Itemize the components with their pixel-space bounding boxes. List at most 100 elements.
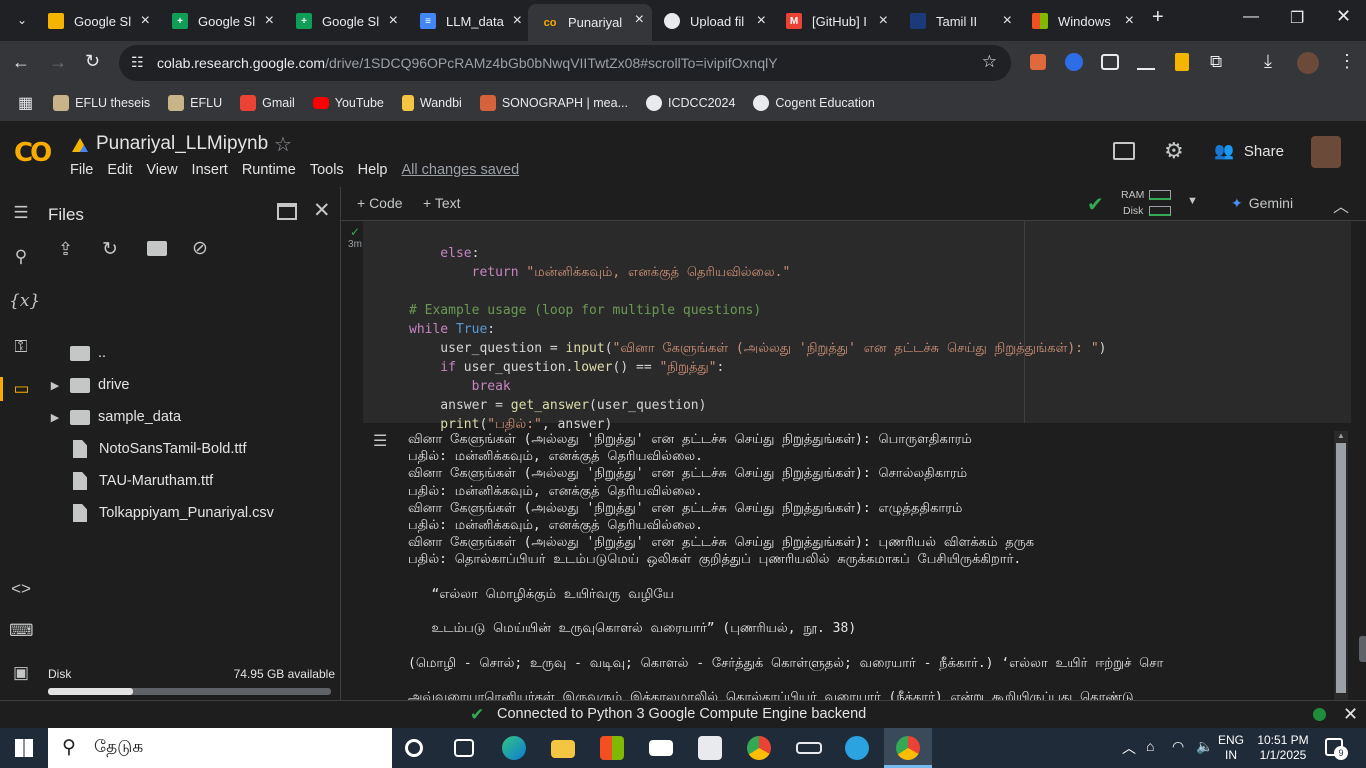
reload-icon[interactable]: ↻ (85, 51, 100, 72)
output-menu-icon[interactable]: ☰ (373, 431, 387, 451)
bookmark-item[interactable]: YouTube (312, 96, 384, 110)
hide-files-icon[interactable]: ⊘ (192, 237, 208, 260)
menu-runtime[interactable]: Runtime (242, 162, 296, 178)
chevron-up-icon[interactable]: ︿ (1333, 193, 1349, 217)
file-row-font[interactable]: NotoSansTamil-Bold.ttf (40, 435, 340, 463)
folder-icon[interactable]: ▭ (0, 377, 40, 401)
browser-tab[interactable]: + Google Sl × (158, 6, 282, 36)
language-indicator[interactable]: ENG IN (1218, 733, 1244, 763)
search-icon[interactable]: ⚲ (9, 245, 33, 269)
close-icon[interactable]: × (1125, 12, 1134, 30)
app-icon[interactable] (796, 742, 822, 754)
bookmark-item[interactable]: Wandbi (401, 95, 462, 111)
close-icon[interactable]: × (1003, 12, 1012, 30)
site-info-icon[interactable]: ☷ (131, 54, 144, 71)
ram-meter[interactable] (1149, 190, 1171, 200)
disk-meter[interactable] (1149, 206, 1171, 216)
mail-icon[interactable] (649, 740, 673, 756)
mount-drive-icon[interactable] (147, 241, 167, 256)
store-icon[interactable] (600, 736, 624, 760)
forward-icon[interactable]: → (49, 52, 67, 73)
bookmark-item[interactable]: EFLU theseis (53, 95, 150, 111)
cortana-icon[interactable] (405, 739, 423, 757)
code-snippets-icon[interactable]: <> (9, 577, 33, 601)
terminal-icon[interactable]: ▣ (9, 661, 33, 685)
menu-help[interactable]: Help (358, 162, 388, 178)
close-icon[interactable]: × (513, 12, 522, 30)
chrome-icon[interactable] (747, 736, 771, 760)
share-button[interactable]: 👥 Share (1214, 141, 1284, 161)
open-in-tab-icon[interactable] (277, 203, 297, 220)
file-app-icon[interactable] (698, 736, 722, 760)
close-icon[interactable]: ✕ (1343, 704, 1358, 725)
new-tab-button[interactable]: + (1152, 6, 1164, 29)
extension-icon[interactable] (1175, 53, 1189, 71)
command-palette-icon[interactable]: ⌨ (9, 619, 34, 643)
profile-avatar[interactable] (1297, 52, 1319, 74)
browser-tab[interactable]: ≡ LLM_data × (406, 6, 530, 36)
close-window-button[interactable]: ✕ (1336, 6, 1351, 27)
back-icon[interactable]: ← (12, 52, 30, 73)
volume-icon[interactable]: 🔈 (1196, 738, 1213, 755)
star-icon[interactable]: ☆ (274, 132, 292, 157)
bookmark-item[interactable]: SONOGRAPH | mea... (479, 95, 628, 111)
close-icon[interactable]: × (879, 12, 888, 30)
close-icon[interactable]: × (141, 12, 150, 30)
browser-tab[interactable]: Tamil II × (896, 6, 1020, 36)
task-view-icon[interactable] (454, 739, 474, 757)
browser-tab[interactable]: Upload fil × (650, 6, 774, 36)
save-status[interactable]: All changes saved (402, 162, 520, 178)
apps-grid-icon[interactable]: ▦ (18, 93, 33, 113)
menu-insert[interactable]: Insert (192, 162, 228, 178)
minimize-button[interactable]: — (1243, 8, 1259, 26)
close-icon[interactable]: × (265, 12, 274, 30)
extension-icon[interactable] (1101, 54, 1119, 70)
browser-tab[interactable]: Google Sl × (34, 6, 158, 36)
tab-search-button[interactable]: ⌄ (10, 8, 34, 32)
code-cell[interactable]: else: return "மன்னிக்கவும், எனக்குத் தெர… (363, 221, 1351, 432)
file-row-drive[interactable]: ▶ drive (40, 371, 340, 399)
extensions-puzzle-icon[interactable]: ⧉ (1210, 52, 1222, 72)
file-explorer-icon[interactable] (551, 740, 575, 758)
browser-tab[interactable]: M [GitHub] I × (772, 6, 896, 36)
refresh-icon[interactable]: ↻ (102, 238, 118, 261)
menu-view[interactable]: View (146, 162, 177, 178)
notebook-title[interactable]: Punariyal_LLMipynb (96, 133, 268, 155)
add-text-button[interactable]: + Text (423, 195, 461, 211)
colab-logo[interactable]: CO (14, 138, 52, 168)
bookmark-item[interactable]: ICDCC2024 (646, 95, 735, 111)
scroll-up-icon[interactable]: ▲ (1334, 431, 1348, 440)
download-icon[interactable]: ⤓ (1264, 51, 1272, 72)
chevron-down-icon[interactable]: ▼ (1187, 195, 1198, 207)
network-icon[interactable]: ⌂ (1146, 738, 1154, 754)
table-of-contents-icon[interactable]: ☰ (9, 201, 33, 225)
gear-icon[interactable]: ⚙ (1164, 138, 1184, 164)
zoom-extension-icon[interactable] (1065, 53, 1083, 71)
close-icon[interactable]: × (635, 11, 644, 29)
chevron-right-icon[interactable]: ▶ (40, 379, 70, 392)
restore-button[interactable]: ❐ (1290, 8, 1304, 28)
close-icon[interactable]: × (389, 12, 398, 30)
browser-tab[interactable]: + Google Sl × (282, 6, 406, 36)
file-row-font[interactable]: TAU-Marutham.ttf (40, 467, 340, 495)
add-code-button[interactable]: + Code (357, 195, 403, 211)
chevron-right-icon[interactable]: ▶ (40, 411, 70, 424)
windows-start-icon[interactable] (15, 739, 33, 757)
browser-tab-active[interactable]: co Punariyal × (528, 4, 652, 41)
menu-kebab-icon[interactable]: ⋮ (1338, 51, 1356, 72)
bookmark-item[interactable]: Cogent Education (753, 95, 875, 111)
scrollbar-thumb[interactable] (1336, 443, 1346, 693)
close-icon[interactable]: × (757, 12, 766, 30)
extension-icon[interactable] (1137, 54, 1155, 70)
file-row-sample-data[interactable]: ▶ sample_data (40, 403, 340, 431)
file-row-parent[interactable]: .. (40, 339, 340, 367)
gemini-button[interactable]: ✦ Gemini (1231, 195, 1293, 212)
comment-icon[interactable] (1113, 142, 1135, 160)
wifi-icon[interactable]: ◠ (1172, 738, 1184, 755)
chevron-up-icon[interactable]: ︿ (1122, 738, 1136, 758)
bookmark-item[interactable]: EFLU (168, 95, 222, 111)
output-scrollbar[interactable]: ▲ (1334, 431, 1348, 700)
file-row-csv[interactable]: Tolkappiyam_Punariyal.csv (40, 499, 340, 527)
browser-tab[interactable]: Windows × (1018, 6, 1142, 36)
address-bar[interactable]: ☷ colab.research.google.com/drive/1SDCQ9… (119, 45, 1011, 81)
